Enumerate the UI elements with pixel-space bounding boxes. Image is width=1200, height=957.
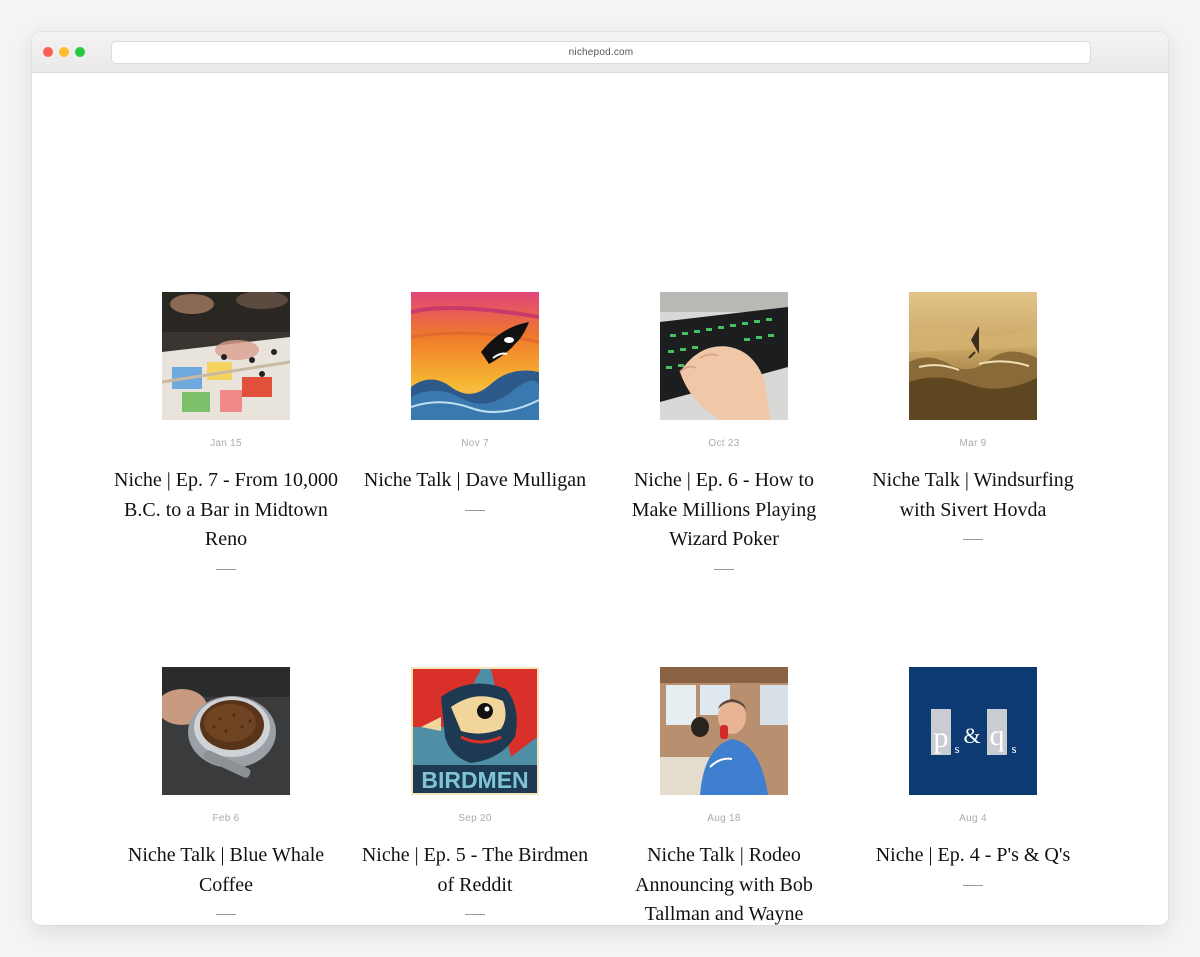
minimize-window-button[interactable] [59,47,69,57]
post-divider [714,568,734,570]
browser-window: nichepod.com Jan 15 Niche | Ep. 7 - From… [32,32,1168,925]
browser-titlebar: nichepod.com [32,32,1168,73]
post-card[interactable]: p s & q s Aug 4 Niche | Ep. 4 - P's & Q'… [858,667,1088,886]
post-title[interactable]: Niche | Ep. 6 - How to Make Millions Pla… [609,466,839,555]
post-date: Aug 18 [707,813,741,824]
post-card[interactable]: Aug 18 Niche Talk | Rodeo Announcing wit… [609,667,839,925]
birdmen-logo-text: BIRDMEN [421,767,528,793]
post-card[interactable]: Nov 7 Niche Talk | Dave Mulligan [360,292,590,511]
pq-logo-ampersand: & [963,723,980,748]
close-window-button[interactable] [43,47,53,57]
post-date: Sep 20 [458,813,492,824]
post-card[interactable]: Jan 15 Niche | Ep. 7 - From 10,000 B.C. … [111,292,341,570]
post-title[interactable]: Niche | Ep. 7 - From 10,000 B.C. to a Ba… [111,466,341,555]
post-thumbnail-windsurfing[interactable] [909,292,1037,420]
post-card[interactable]: BIRDMEN Sep 20 Niche | Ep. 5 - The Birdm… [360,667,590,915]
post-date: Feb 6 [212,813,240,824]
post-thumbnail-rodeo-announcer[interactable] [660,667,788,795]
post-thumbnail-orca-sunset[interactable] [411,292,539,420]
post-thumbnail-board-game[interactable] [162,292,290,420]
post-divider [465,914,485,915]
page-content: Jan 15 Niche | Ep. 7 - From 10,000 B.C. … [32,73,1168,925]
post-card[interactable]: Feb 6 Niche Talk | Blue Whale Coffee [111,667,341,915]
post-date: Jan 15 [210,438,242,449]
post-title[interactable]: Niche Talk | Windsurfing with Sivert Hov… [858,466,1088,525]
post-title[interactable]: Niche Talk | Blue Whale Coffee [111,841,341,900]
pq-logo-s1: s [954,741,959,756]
pq-logo-s2: s [1011,741,1016,756]
post-title[interactable]: Niche Talk | Dave Mulligan [360,466,590,496]
address-bar[interactable]: nichepod.com [111,41,1091,64]
pq-logo-p: p [934,721,949,754]
post-thumbnail-coffee[interactable] [162,667,290,795]
post-divider [465,509,485,511]
post-date: Oct 23 [708,438,740,449]
post-title[interactable]: Niche | Ep. 5 - The Birdmen of Reddit [360,841,590,900]
post-thumbnail-keyboard[interactable] [660,292,788,420]
post-thumbnail-ps-and-qs[interactable]: p s & q s [909,667,1037,795]
post-date: Mar 9 [959,438,987,449]
post-date: Nov 7 [461,438,489,449]
maximize-window-button[interactable] [75,47,85,57]
post-title[interactable]: Niche Talk | Rodeo Announcing with Bob T… [609,841,839,925]
post-thumbnail-birdmen[interactable]: BIRDMEN [411,667,539,795]
post-date: Aug 4 [959,813,987,824]
post-title[interactable]: Niche | Ep. 4 - P's & Q's [858,841,1088,871]
address-bar-url: nichepod.com [568,47,634,58]
post-divider [216,914,236,915]
post-divider [216,568,236,570]
post-card[interactable]: Oct 23 Niche | Ep. 6 - How to Make Milli… [609,292,839,570]
pq-logo-q: q [990,719,1005,752]
post-divider [963,539,983,540]
post-divider [963,884,983,886]
post-card[interactable]: Mar 9 Niche Talk | Windsurfing with Sive… [858,292,1088,540]
